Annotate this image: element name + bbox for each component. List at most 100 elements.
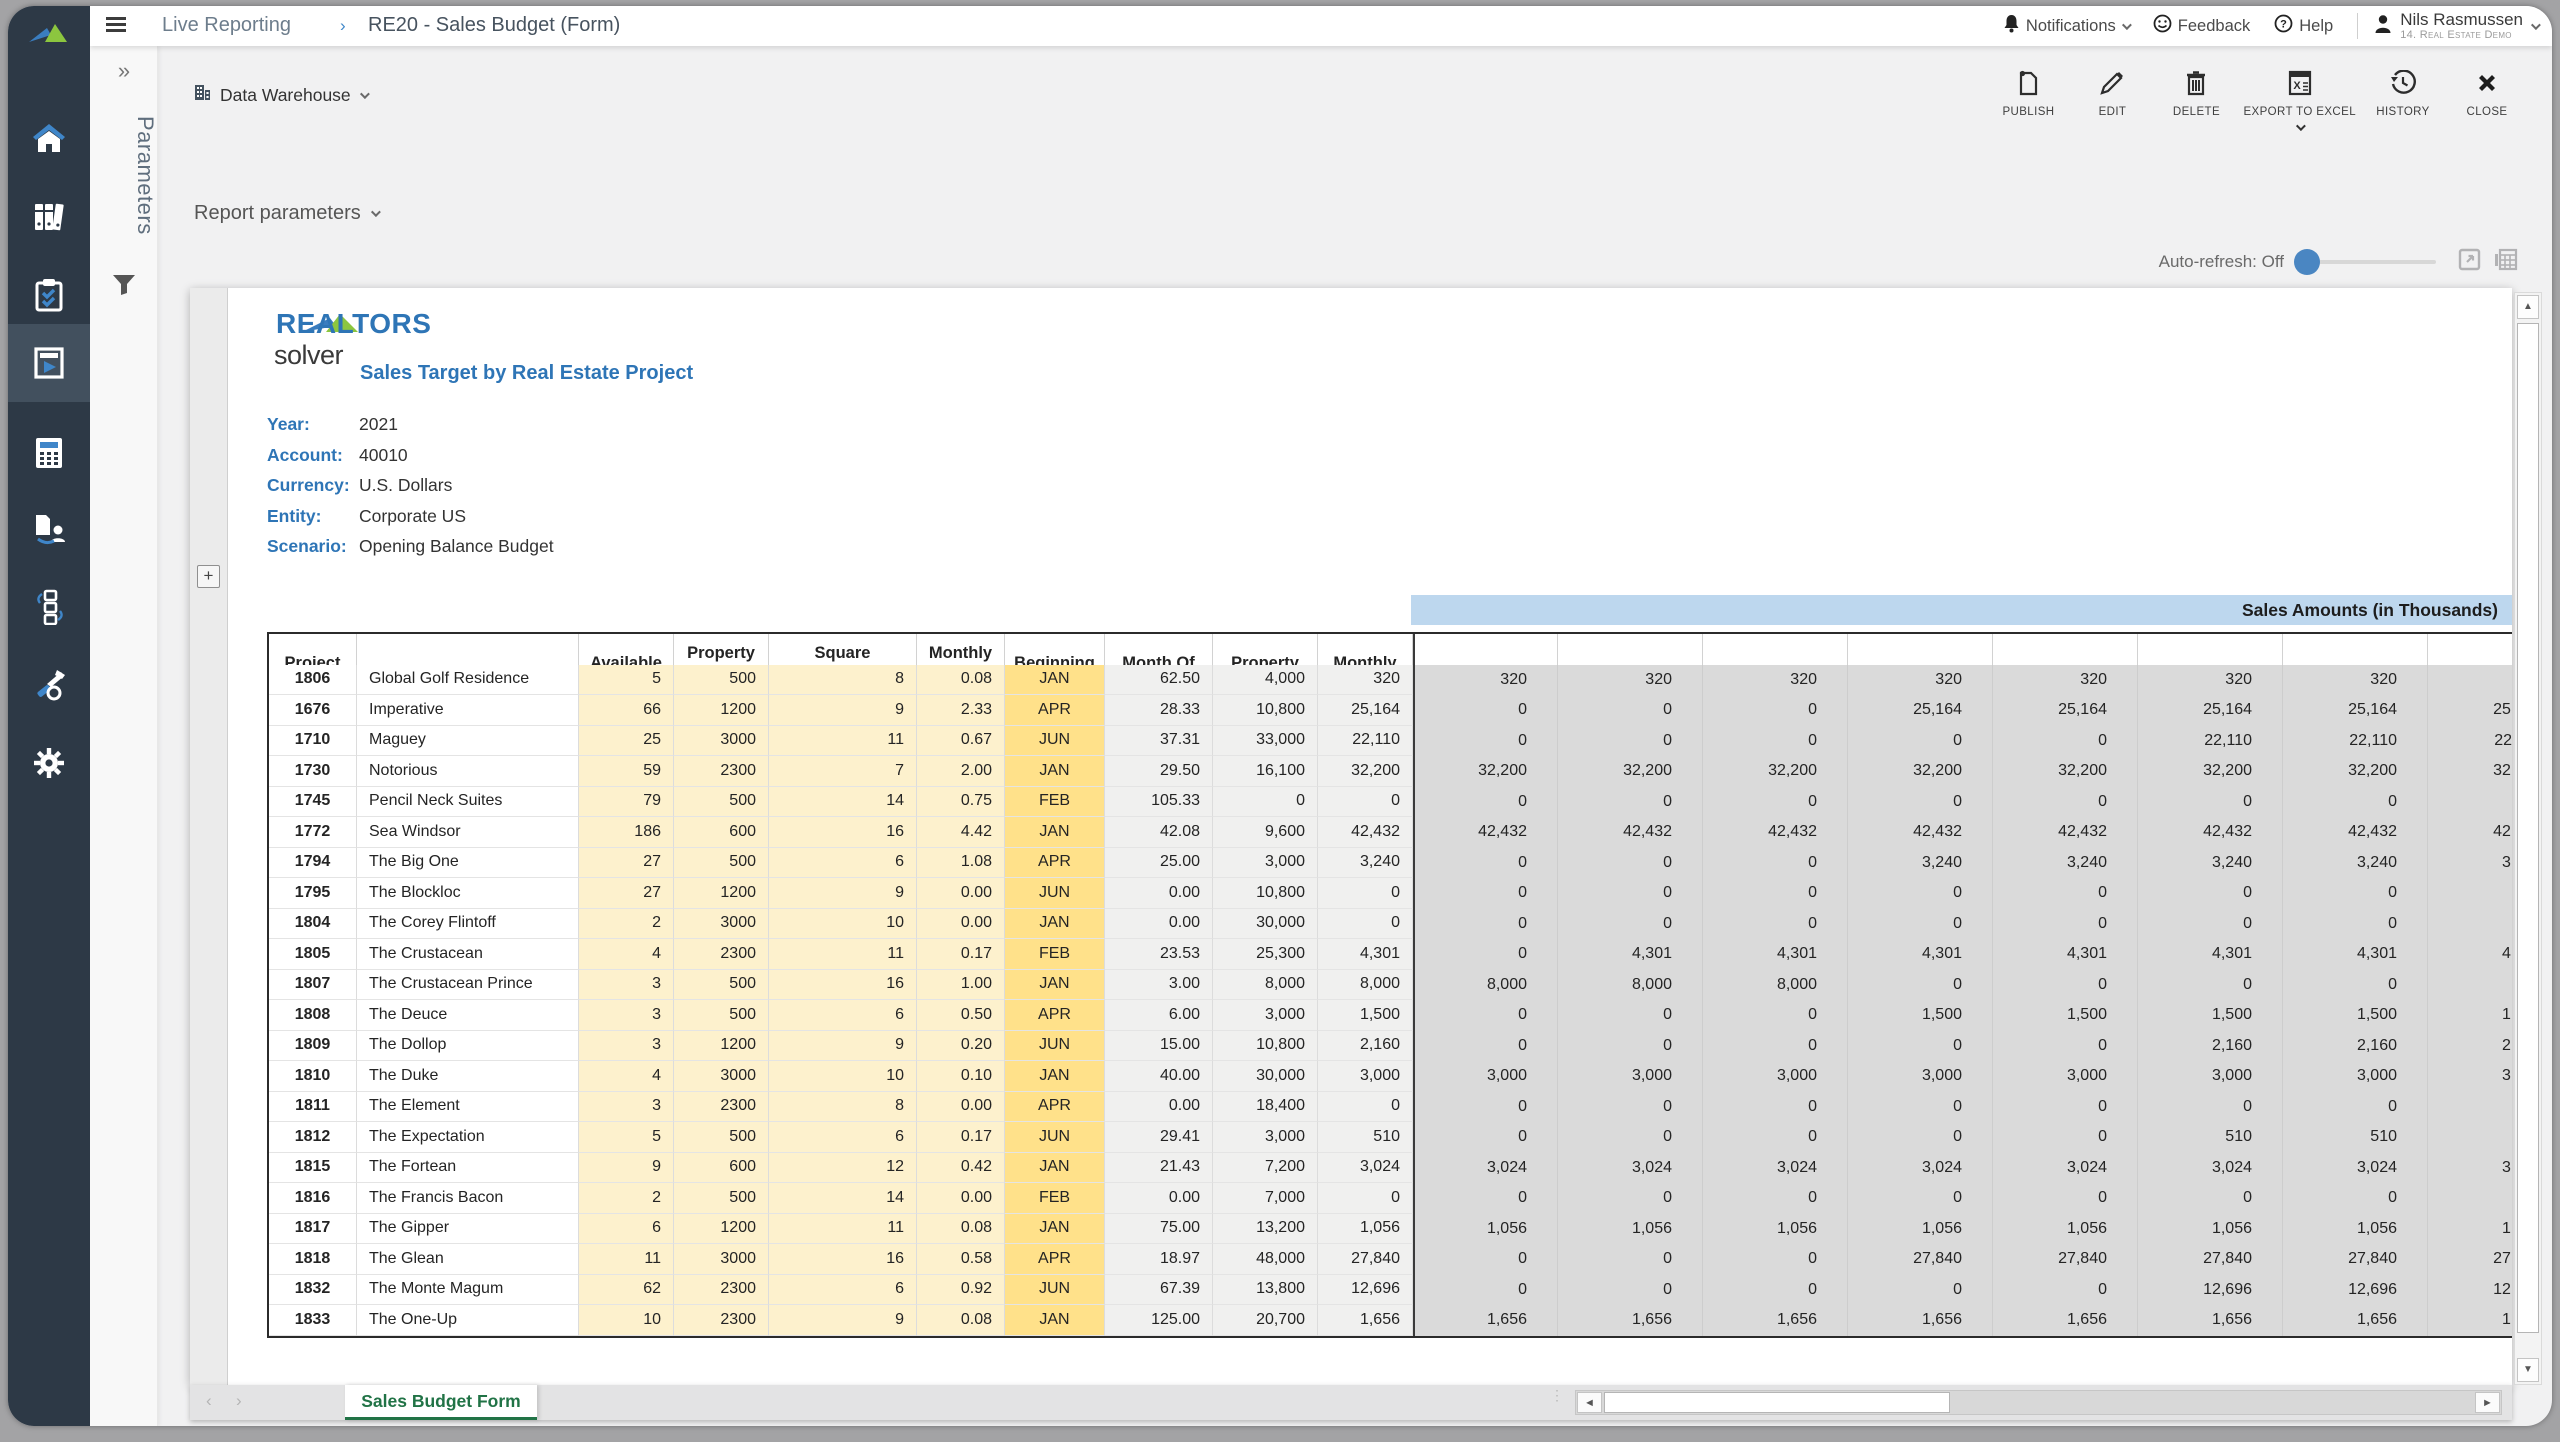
sidebar-item-collaboration[interactable] <box>8 492 90 566</box>
cell-property-avg-area[interactable]: 2300 <box>674 1092 769 1123</box>
cell-sqm-avg-price[interactable]: 16 <box>769 1244 917 1275</box>
cell-beginning-month[interactable]: JUN <box>1005 878 1105 909</box>
cell-property-avg-area[interactable]: 2300 <box>674 1305 769 1336</box>
cell-beginning-month[interactable]: JUN <box>1005 726 1105 757</box>
cell-beginning-month[interactable]: FEB <box>1005 787 1105 818</box>
cell-monthly-avg-speed[interactable]: 0.75 <box>917 787 1005 818</box>
cell-beginning-month[interactable]: APR <box>1005 848 1105 879</box>
cell-sqm-avg-price[interactable]: 10 <box>769 909 917 940</box>
cell-sqm-avg-price[interactable]: 6 <box>769 1000 917 1031</box>
cell-sqm-avg-price[interactable]: 12 <box>769 1153 917 1184</box>
cell-monthly-avg-speed[interactable]: 0.10 <box>917 1061 1005 1092</box>
cell-monthly-avg-speed[interactable]: 2.33 <box>917 695 1005 726</box>
cell-available-units[interactable]: 3 <box>579 1092 674 1123</box>
cell-sqm-avg-price[interactable]: 9 <box>769 695 917 726</box>
cell-available-units[interactable]: 6 <box>579 1214 674 1245</box>
help-button[interactable]: ? Help <box>2266 14 2341 38</box>
cell-sqm-avg-price[interactable]: 9 <box>769 1031 917 1062</box>
cell-sqm-avg-price[interactable]: 6 <box>769 848 917 879</box>
cell-available-units[interactable]: 11 <box>579 1244 674 1275</box>
feedback-button[interactable]: Feedback <box>2145 14 2258 38</box>
cell-sqm-avg-price[interactable]: 9 <box>769 878 917 909</box>
cell-property-avg-area[interactable]: 1200 <box>674 1214 769 1245</box>
cell-property-avg-area[interactable]: 500 <box>674 787 769 818</box>
cell-available-units[interactable]: 5 <box>579 665 674 696</box>
scrollbar-grip[interactable]: ⋮ <box>1550 1392 1564 1399</box>
cell-monthly-avg-speed[interactable]: 0.08 <box>917 1214 1005 1245</box>
cell-beginning-month[interactable]: JAN <box>1005 1305 1105 1336</box>
export-to-excel-button[interactable]: X EXPORT TO EXCEL <box>2243 70 2356 131</box>
cell-beginning-month[interactable]: APR <box>1005 695 1105 726</box>
cell-sqm-avg-price[interactable]: 11 <box>769 1214 917 1245</box>
cell-available-units[interactable]: 79 <box>579 787 674 818</box>
cell-available-units[interactable]: 3 <box>579 1031 674 1062</box>
cell-sqm-avg-price[interactable]: 11 <box>769 939 917 970</box>
sheet-nav-prev-icon[interactable]: ‹ <box>206 1391 212 1411</box>
cell-beginning-month[interactable]: JAN <box>1005 1153 1105 1184</box>
cell-available-units[interactable]: 2 <box>579 909 674 940</box>
cell-available-units[interactable]: 66 <box>579 695 674 726</box>
cell-sqm-avg-price[interactable]: 9 <box>769 1305 917 1336</box>
cell-beginning-month[interactable]: JAN <box>1005 817 1105 848</box>
sheet-tab[interactable]: Sales Budget Form <box>345 1385 537 1420</box>
cell-available-units[interactable]: 186 <box>579 817 674 848</box>
publish-button[interactable]: PUBLISH <box>1991 70 2065 118</box>
cell-available-units[interactable]: 4 <box>579 1061 674 1092</box>
cell-monthly-avg-speed[interactable]: 2.00 <box>917 756 1005 787</box>
cell-property-avg-area[interactable]: 1200 <box>674 1031 769 1062</box>
cell-sqm-avg-price[interactable]: 14 <box>769 1183 917 1214</box>
cell-monthly-avg-speed[interactable]: 4.42 <box>917 817 1005 848</box>
cell-monthly-avg-speed[interactable]: 0.00 <box>917 909 1005 940</box>
cell-property-avg-area[interactable]: 500 <box>674 970 769 1001</box>
cell-available-units[interactable]: 4 <box>579 939 674 970</box>
cell-property-avg-area[interactable]: 2300 <box>674 1275 769 1306</box>
cell-beginning-month[interactable]: JUN <box>1005 1275 1105 1306</box>
cell-monthly-avg-speed[interactable]: 0.00 <box>917 1183 1005 1214</box>
cell-property-avg-area[interactable]: 3000 <box>674 726 769 757</box>
cell-available-units[interactable]: 10 <box>579 1305 674 1336</box>
cell-property-avg-area[interactable]: 3000 <box>674 909 769 940</box>
cell-beginning-month[interactable]: JAN <box>1005 665 1105 696</box>
data-source-selector[interactable]: Data Warehouse <box>194 84 367 106</box>
cell-available-units[interactable]: 25 <box>579 726 674 757</box>
cell-available-units[interactable]: 3 <box>579 1000 674 1031</box>
sidebar-item-live-reporting[interactable] <box>8 324 90 402</box>
report-parameters-toggle[interactable]: Report parameters <box>194 202 378 225</box>
filter-funnel-icon[interactable] <box>90 274 158 296</box>
cell-property-avg-area[interactable]: 3000 <box>674 1061 769 1092</box>
cell-available-units[interactable]: 59 <box>579 756 674 787</box>
history-button[interactable]: HISTORY <box>2366 70 2440 118</box>
scroll-right-button[interactable]: ► <box>2475 1392 2500 1413</box>
sidebar-item-archive[interactable] <box>8 180 90 254</box>
cell-monthly-avg-speed[interactable]: 0.20 <box>917 1031 1005 1062</box>
user-menu[interactable]: Nils Rasmussen 14. Real Estate Demo <box>2374 11 2538 41</box>
solver-logo-icon[interactable] <box>8 12 90 56</box>
menu-icon[interactable] <box>106 17 126 33</box>
cell-monthly-avg-speed[interactable]: 0.42 <box>917 1153 1005 1184</box>
cell-beginning-month[interactable]: APR <box>1005 1000 1105 1031</box>
sidebar-item-process[interactable] <box>8 570 90 644</box>
cell-beginning-month[interactable]: JUN <box>1005 1122 1105 1153</box>
cell-property-avg-area[interactable]: 600 <box>674 817 769 848</box>
cell-sqm-avg-price[interactable]: 16 <box>769 817 917 848</box>
cell-sqm-avg-price[interactable]: 8 <box>769 1092 917 1123</box>
scroll-left-button[interactable]: ◄ <box>1577 1392 1602 1413</box>
cell-property-avg-area[interactable]: 500 <box>674 1000 769 1031</box>
sheet-nav-next-icon[interactable]: › <box>236 1391 242 1411</box>
close-button[interactable]: CLOSE <box>2450 70 2524 118</box>
cell-property-avg-area[interactable]: 3000 <box>674 1244 769 1275</box>
cell-monthly-avg-speed[interactable]: 1.08 <box>917 848 1005 879</box>
slider-knob[interactable] <box>2294 249 2320 275</box>
cell-monthly-avg-speed[interactable]: 0.08 <box>917 1305 1005 1336</box>
cell-available-units[interactable]: 27 <box>579 848 674 879</box>
grid-view-icon[interactable] <box>2494 248 2518 276</box>
sidebar-item-home[interactable] <box>8 102 90 176</box>
cell-property-avg-area[interactable]: 600 <box>674 1153 769 1184</box>
cell-monthly-avg-speed[interactable]: 0.17 <box>917 939 1005 970</box>
cell-monthly-avg-speed[interactable]: 1.00 <box>917 970 1005 1001</box>
cell-property-avg-area[interactable]: 500 <box>674 1122 769 1153</box>
cell-sqm-avg-price[interactable]: 8 <box>769 665 917 696</box>
sidebar-item-assignments[interactable] <box>8 258 90 332</box>
scroll-down-button[interactable]: ▼ <box>2517 1358 2539 1382</box>
cell-property-avg-area[interactable]: 2300 <box>674 756 769 787</box>
